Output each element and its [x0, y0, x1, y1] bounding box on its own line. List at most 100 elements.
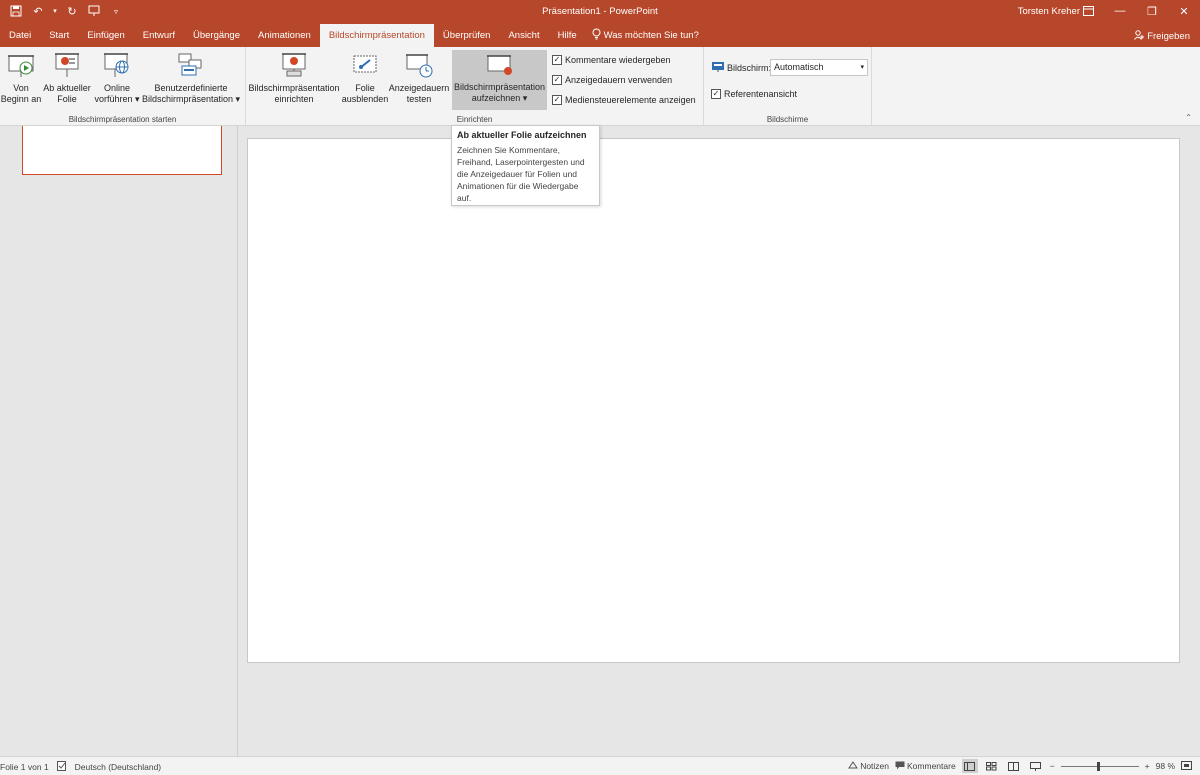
benutzerdefinierte-praesentation-button[interactable]: Benutzerdefinierte Bildschirmpräsentatio…: [140, 51, 242, 105]
play-from-start-icon: [8, 55, 34, 77]
user-name[interactable]: Torsten Kreher: [1018, 6, 1080, 17]
close-icon[interactable]: ✕: [1168, 0, 1200, 22]
tab-entwurf[interactable]: Entwurf: [134, 24, 184, 47]
title-bar: ↶ ▾ ↻ ▿ Präsentation1 - PowerPoint Torst…: [0, 0, 1200, 24]
ausblenden-line1: Folie: [355, 83, 375, 93]
referentenansicht-label: Referentenansicht: [724, 89, 798, 99]
play-from-current-icon: [55, 53, 79, 77]
share-button[interactable]: Freigeben: [1134, 30, 1190, 43]
anzeigedauern-testen-button[interactable]: Anzeigedauern testen: [388, 51, 450, 105]
checkmark-icon: ✓: [552, 75, 562, 85]
einrichten-line1: Bildschirmpräsentation: [248, 83, 340, 93]
online-vorfuehren-button[interactable]: Online vorführen ▾: [94, 51, 140, 105]
notes-label: Notizen: [860, 761, 890, 771]
ab-aktueller-line2: Folie: [57, 94, 77, 104]
von-beginn-line1: Von: [13, 83, 29, 93]
ab-aktueller-folie-button[interactable]: Ab aktueller Folie: [42, 51, 92, 105]
group-einrichten: Bildschirmpräsentation einrichten Folie …: [246, 47, 704, 126]
record-slideshow-icon: [486, 55, 512, 75]
group-bildschirme: Bildschirm: Automatisch ▾ ✓ Referentenan…: [704, 47, 872, 126]
praesentation-einrichten-button[interactable]: Bildschirmpräsentation einrichten: [246, 51, 342, 105]
tab-ansicht[interactable]: Ansicht: [499, 24, 548, 47]
comments-label: Kommentare: [907, 761, 956, 771]
group-label-start: Bildschirmpräsentation starten: [68, 115, 177, 124]
tab-start[interactable]: Start: [40, 24, 78, 47]
lightbulb-icon: [592, 28, 601, 43]
tab-bildschirmpraesentation[interactable]: Bildschirmpräsentation: [319, 24, 434, 47]
zoom-slider[interactable]: [1060, 761, 1139, 771]
bildschirm-label: Bildschirm:: [727, 63, 772, 73]
anzeigedauern-checkbox[interactable]: ✓ Anzeigedauern verwenden: [552, 75, 672, 85]
window-controls: — ❐ ✕: [1072, 0, 1200, 22]
tab-uebergaenge[interactable]: Übergänge: [184, 24, 249, 47]
reading-view-icon[interactable]: [1006, 759, 1022, 773]
comment-icon: [895, 761, 905, 772]
restore-icon[interactable]: ❐: [1136, 0, 1168, 22]
von-beginn-an-button[interactable]: Von Beginn an: [0, 51, 42, 105]
tooltip-body: Zeichnen Sie Kommentare, Freihand, Laser…: [457, 145, 585, 203]
folie-ausblenden-button[interactable]: Folie ausblenden: [341, 51, 389, 105]
zoom-slider-thumb[interactable]: [1096, 761, 1100, 771]
mediensteuerelemente-checkbox[interactable]: ✓ Mediensteuerelemente anzeigen: [552, 95, 696, 105]
zoom-level[interactable]: 98 %: [1156, 761, 1175, 771]
checkmark-icon: ✓: [552, 95, 562, 105]
minimize-icon[interactable]: —: [1104, 0, 1136, 22]
ab-aktueller-line1: Ab aktueller: [43, 83, 91, 93]
language-indicator[interactable]: Deutsch (Deutschland): [75, 762, 161, 772]
tab-ueberpruefen[interactable]: Überprüfen: [434, 24, 500, 47]
tab-animationen[interactable]: Animationen: [249, 24, 320, 47]
ribbon-tabs-row: Datei Start Einfügen Entwurf Übergänge A…: [0, 24, 1200, 47]
zoom-out-icon[interactable]: −: [1050, 761, 1055, 771]
group-label-einrichten: Einrichten: [456, 115, 493, 124]
comments-button[interactable]: Kommentare: [895, 761, 956, 772]
testen-line1: Anzeigedauern: [388, 83, 450, 93]
referentenansicht-checkbox[interactable]: ✓ Referentenansicht: [711, 89, 797, 99]
einrichten-line2: einrichten: [274, 94, 314, 104]
chevron-down-icon: ▾: [860, 64, 864, 71]
benutzer-line2: Bildschirmpräsentation ▾: [141, 94, 241, 104]
fit-slide-icon[interactable]: [1181, 760, 1192, 772]
ribbon: Von Beginn an Ab aktueller Folie Online …: [0, 47, 1200, 126]
slide-thumbnail[interactable]: [22, 126, 222, 175]
von-beginn-line2: Beginn an: [0, 94, 42, 104]
checkmark-icon: ✓: [552, 55, 562, 65]
ausblenden-line2: ausblenden: [341, 94, 389, 104]
online-line2: vorführen ▾: [94, 94, 140, 104]
rehearse-timings-icon: [406, 54, 433, 78]
spellcheck-icon[interactable]: [56, 761, 67, 773]
notes-button[interactable]: Notizen: [848, 761, 889, 771]
group-start-presentation: Von Beginn an Ab aktueller Folie Online …: [0, 47, 246, 126]
tell-me-label: Was möchten Sie tun?: [603, 30, 699, 41]
zoom-in-icon[interactable]: +: [1145, 761, 1150, 771]
notes-icon: [848, 761, 859, 771]
praesentation-aufzeichnen-button[interactable]: Bildschirmpräsentation aufzeichnen ▾: [452, 50, 547, 110]
tooltip: Ab aktueller Folie aufzeichnen Zeichnen …: [451, 125, 600, 206]
online-present-icon: [104, 53, 129, 77]
tab-hilfe[interactable]: Hilfe: [549, 24, 586, 47]
slide-thumbnail-pane[interactable]: [0, 126, 238, 756]
bildschirm-value: Automatisch: [774, 62, 824, 72]
collapse-ribbon-icon[interactable]: ⌃: [1185, 113, 1192, 122]
bildschirm-label-group: Bildschirm:: [712, 62, 771, 74]
benutzer-line1: Benutzerdefinierte: [154, 83, 228, 93]
slideshow-view-icon[interactable]: [1028, 759, 1044, 773]
slide-counter: Folie 1 von 1: [0, 762, 49, 772]
custom-slideshow-icon: [178, 53, 202, 76]
slide-canvas[interactable]: [247, 138, 1180, 663]
anzeigedauern-label: Anzeigedauern verwenden: [565, 75, 673, 85]
hide-slide-icon: [353, 55, 377, 73]
kommentare-checkbox[interactable]: ✓ Kommentare wiedergeben: [552, 55, 671, 65]
normal-view-icon[interactable]: [961, 759, 978, 773]
slide-sorter-icon[interactable]: [984, 759, 1000, 773]
tab-datei[interactable]: Datei: [0, 24, 40, 47]
ribbon-display-options-icon[interactable]: [1072, 0, 1104, 22]
share-label: Freigeben: [1147, 31, 1190, 42]
aufzeichnen-line1: Bildschirmpräsentation: [453, 82, 546, 92]
tell-me-search[interactable]: Was möchten Sie tun?: [586, 24, 699, 47]
online-line1: Online: [103, 83, 130, 93]
person-add-icon: [1134, 30, 1145, 43]
tab-einfuegen[interactable]: Einfügen: [78, 24, 134, 47]
testen-line2: testen: [406, 94, 432, 104]
tooltip-title: Ab aktueller Folie aufzeichnen: [457, 130, 587, 140]
bildschirm-dropdown[interactable]: Automatisch ▾: [770, 59, 868, 76]
